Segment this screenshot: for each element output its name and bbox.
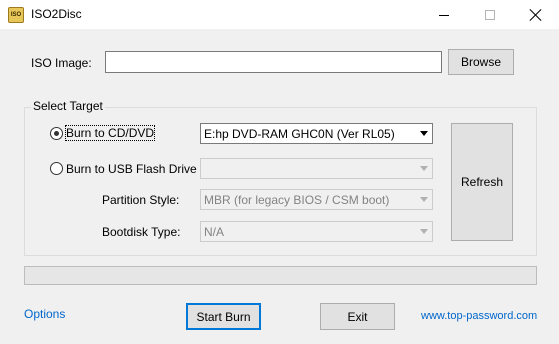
- browse-button-label: Browse: [460, 55, 501, 69]
- bootdisk-type-value: N/A: [204, 224, 225, 239]
- website-link[interactable]: www.top-password.com: [421, 310, 537, 322]
- burn-usb-label[interactable]: Burn to USB Flash Drive: [66, 162, 197, 176]
- browse-button[interactable]: Browse: [448, 49, 514, 75]
- partition-style-label: Partition Style:: [102, 193, 180, 207]
- dropdown-arrow-icon: [415, 159, 432, 178]
- select-target-caption: Select Target: [31, 99, 105, 113]
- radio-selected-dot: [54, 131, 59, 136]
- partition-style-select[interactable]: MBR (for legacy BIOS / CSM boot): [200, 189, 433, 210]
- cd-drive-value: E:hp DVD-RAM GHC0N (Ver RL05): [204, 126, 395, 141]
- progress-bar: [24, 266, 537, 285]
- maximize-icon: [485, 10, 495, 20]
- minimize-button[interactable]: [421, 0, 467, 30]
- refresh-button-label: Refresh: [460, 175, 504, 189]
- dropdown-arrow-icon: [415, 190, 432, 209]
- maximize-button[interactable]: [467, 0, 513, 30]
- usb-drive-select[interactable]: [200, 158, 433, 179]
- bootdisk-type-label: Bootdisk Type:: [102, 225, 181, 239]
- cd-drive-select[interactable]: E:hp DVD-RAM GHC0N (Ver RL05): [200, 123, 433, 144]
- burn-cd-radio[interactable]: [50, 127, 63, 140]
- iso-image-label: ISO Image:: [31, 56, 92, 70]
- burn-usb-radio[interactable]: [50, 162, 63, 175]
- dropdown-arrow-icon: [415, 222, 432, 241]
- exit-label: Exit: [347, 309, 368, 324]
- options-link[interactable]: Options: [24, 307, 65, 321]
- close-icon: [530, 9, 542, 21]
- exit-button[interactable]: Exit: [320, 303, 395, 330]
- app-icon: ISO: [8, 7, 24, 23]
- window-title: ISO2Disc: [31, 7, 82, 21]
- burn-cd-label[interactable]: Burn to CD/DVD: [64, 125, 156, 141]
- close-button[interactable]: [513, 0, 559, 30]
- start-burn-button[interactable]: Start Burn: [186, 303, 261, 330]
- minimize-icon: [439, 14, 449, 16]
- dropdown-arrow-icon: [415, 124, 432, 143]
- start-burn-label: Start Burn: [196, 309, 251, 324]
- bootdisk-type-select[interactable]: N/A: [200, 221, 433, 242]
- partition-style-value: MBR (for legacy BIOS / CSM boot): [204, 192, 390, 207]
- refresh-button[interactable]: Refresh: [451, 123, 513, 241]
- iso-image-input[interactable]: [105, 51, 442, 73]
